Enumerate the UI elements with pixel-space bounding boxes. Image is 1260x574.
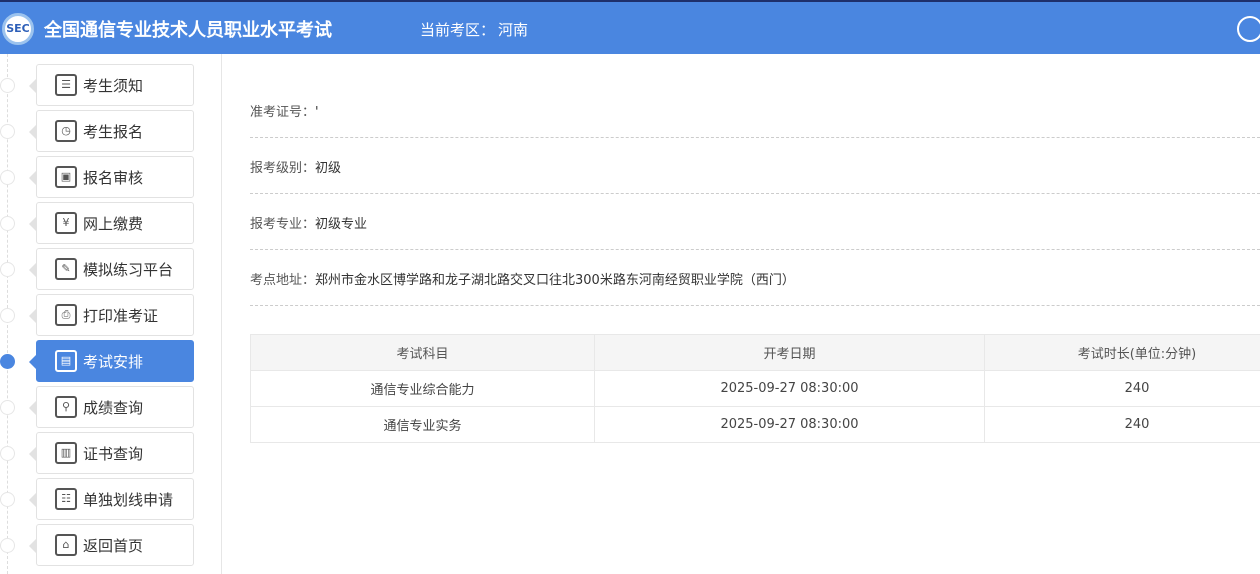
sidebar-item-10[interactable]: ⌂ 返回首页 — [29, 524, 194, 566]
site-row: 考点地址：郑州市金水区博学路和龙子湖北路交叉口往北300米路东河南经贸职业学院（… — [250, 250, 1260, 306]
sidebar-item-0[interactable]: ☰ 考生须知 — [29, 64, 194, 106]
sidebar-item-label: 考生须知 — [83, 76, 144, 95]
logo: SEC — [2, 13, 34, 45]
site-title: 全国通信专业技术人员职业水平考试 — [44, 20, 332, 41]
user-avatar-icon[interactable] — [1237, 16, 1260, 42]
sidebar-item-4[interactable]: ✎ 模拟练习平台 — [29, 248, 194, 290]
sidebar-item-label: 考试安排 — [83, 352, 144, 371]
region-label: 当前考区： — [420, 21, 496, 39]
ticket-label: 准考证号： — [250, 105, 316, 120]
printer-icon: ⎙ — [55, 304, 77, 326]
major-row: 报考专业：初级专业 — [250, 194, 1260, 250]
column-header-subject: 考试科目 — [250, 334, 595, 371]
table-row: 通信专业综合能力 2025-09-27 08:30:00 240 — [250, 370, 1260, 407]
ticket-number-row: 准考证号：' — [250, 82, 1260, 138]
sidebar-item-label: 打印准考证 — [83, 306, 159, 325]
exam-schedule-table: 考试科目 开考日期 考试时长(单位:分钟) 通信专业综合能力 2025-09-27… — [250, 334, 1260, 443]
sidebar-item-label: 证书查询 — [83, 444, 144, 463]
sidebar-item-2[interactable]: ▣ 报名审核 — [29, 156, 194, 198]
timeline-dot — [0, 78, 15, 93]
timeline-dot — [0, 216, 15, 231]
column-header-duration: 考试时长(单位:分钟) — [984, 334, 1260, 371]
date-cell: 2025-09-27 08:30:00 — [594, 370, 985, 407]
practice-icon: ✎ — [55, 258, 77, 280]
sidebar-item-6[interactable]: ▤ 考试安排 — [29, 340, 194, 382]
timeline-dot — [0, 354, 15, 369]
date-cell: 2025-09-27 08:30:00 — [594, 406, 985, 443]
sidebar-item-label: 网上缴费 — [83, 214, 144, 233]
clock-icon: ◷ — [55, 120, 77, 142]
header-bar: SEC 全国通信专业技术人员职业水平考试 当前考区： 河南 — [0, 0, 1260, 54]
document-icon: ▤ — [55, 350, 77, 372]
site-value: 郑州市金水区博学路和龙子湖北路交叉口往北300米路东河南经贸职业学院（西门） — [315, 273, 795, 288]
sidebar-item-label: 返回首页 — [83, 536, 144, 555]
column-header-date: 开考日期 — [594, 334, 985, 371]
sidebar: ☰ 考生须知 ◷ 考生报名 ▣ 报名审核 ¥ 网上缴费 ✎ 模拟练习平台 ⎙ 打印准考证 ▤ 考试安排 ⚲ 成… — [0, 54, 222, 574]
timeline-dot — [0, 400, 15, 415]
timeline-dot — [0, 124, 15, 139]
duration-cell: 240 — [984, 370, 1260, 407]
ticket-value: ' — [315, 105, 319, 120]
sidebar-item-3[interactable]: ¥ 网上缴费 — [29, 202, 194, 244]
duration-cell: 240 — [984, 406, 1260, 443]
payment-icon: ¥ — [55, 212, 77, 234]
sidebar-item-8[interactable]: ▥ 证书查询 — [29, 432, 194, 474]
major-value: 初级专业 — [315, 217, 368, 232]
table-row: 通信专业实务 2025-09-27 08:30:00 240 — [250, 406, 1260, 443]
sidebar-item-5[interactable]: ⎙ 打印准考证 — [29, 294, 194, 336]
sidebar-item-label: 报名审核 — [83, 168, 144, 187]
search-icon: ⚲ — [55, 396, 77, 418]
certificate-icon: ▥ — [55, 442, 77, 464]
notice-icon: ☰ — [55, 74, 77, 96]
sidebar-item-9[interactable]: ☷ 单独划线申请 — [29, 478, 194, 520]
sidebar-item-label: 单独划线申请 — [83, 490, 174, 509]
application-icon: ☷ — [55, 488, 77, 510]
sidebar-item-1[interactable]: ◷ 考生报名 — [29, 110, 194, 152]
review-icon: ▣ — [55, 166, 77, 188]
level-label: 报考级别： — [250, 161, 316, 176]
region-value: 河南 — [498, 21, 529, 39]
major-label: 报考专业： — [250, 217, 316, 232]
timeline-dot — [0, 170, 15, 185]
timeline-dot — [0, 492, 15, 507]
site-label: 考点地址： — [250, 273, 316, 288]
home-icon: ⌂ — [55, 534, 77, 556]
sidebar-item-label: 考生报名 — [83, 122, 144, 141]
level-row: 报考级别：初级 — [250, 138, 1260, 194]
subject-cell: 通信专业综合能力 — [250, 370, 595, 407]
timeline-dot — [0, 446, 15, 461]
level-value: 初级 — [315, 161, 342, 176]
subject-cell: 通信专业实务 — [250, 406, 595, 443]
timeline-dot — [0, 538, 15, 553]
timeline-dot — [0, 262, 15, 277]
sidebar-item-label: 成绩查询 — [83, 398, 144, 417]
sidebar-item-7[interactable]: ⚲ 成绩查询 — [29, 386, 194, 428]
sidebar-item-label: 模拟练习平台 — [83, 260, 174, 279]
timeline-dot — [0, 308, 15, 323]
